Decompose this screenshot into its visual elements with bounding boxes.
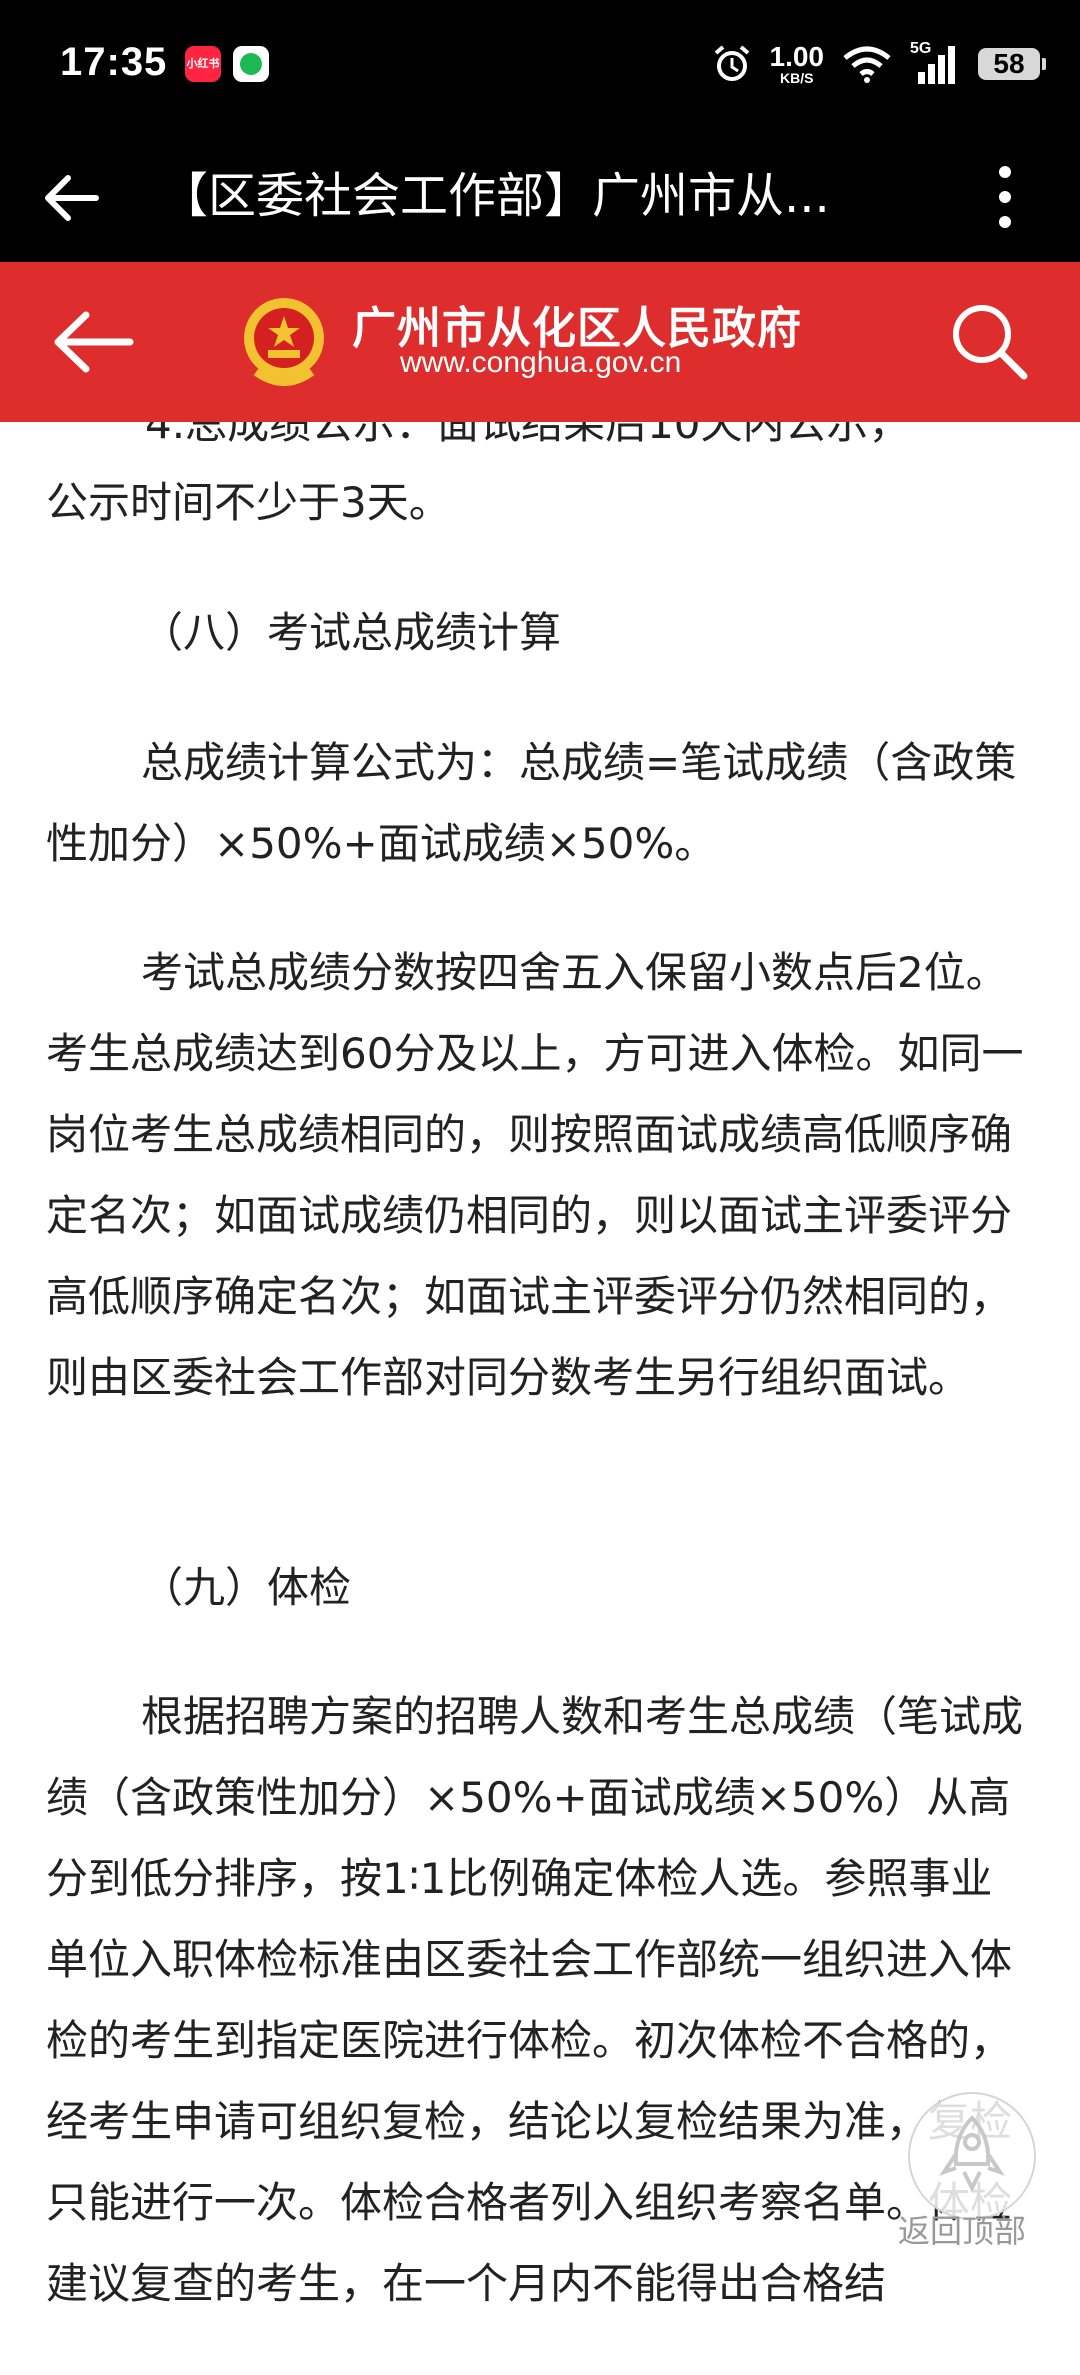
alarm-icon (714, 45, 749, 81)
app-title-bar: 【区委社会工作部】广州市从... (0, 130, 1080, 262)
more-options-icon[interactable] (990, 162, 1020, 232)
paragraph-publicity-period: 公示时间不少于3天。 (46, 478, 451, 527)
site-url: www.conghua.gov.cn (400, 346, 682, 379)
search-icon[interactable] (946, 298, 1030, 382)
cut-off-line: 4.总成绩公示：面试结果后10天内公示， (145, 422, 911, 448)
back-arrow-icon[interactable] (40, 166, 104, 230)
back-to-top-button[interactable] (908, 2092, 1036, 2220)
back-to-top-label[interactable]: 返回顶部 (898, 2206, 1026, 2252)
national-emblem-logo (244, 298, 324, 386)
status-icons: 1.00 KB/S 5G 58 (712, 38, 1046, 90)
site-header: 广州市从化区人民政府 www.conghua.gov.cn (0, 262, 1080, 422)
rocket-icon (939, 2115, 1005, 2193)
battery-indicator: 58 (978, 48, 1046, 80)
status-bar: 17:35 小红书 1.00 KB/S 5G 58 (0, 0, 1080, 130)
clock: 17:35 (60, 40, 168, 84)
article-body: 4.总成绩公示：面试结果后10天内公示， 公示时间不少于3天。 （八）考试总成绩… (0, 422, 1080, 2375)
signal-indicator: 5G (910, 40, 960, 86)
site-back-icon[interactable] (48, 307, 138, 377)
section-heading-8: （八）考试总成绩计算 (141, 608, 562, 657)
paragraph-physical-exam: 根据招聘方案的招聘人数和考生总成绩（笔试成绩（含政策性加分）×50%+面试成绩×… (46, 1692, 1024, 2308)
wifi-icon (843, 46, 891, 83)
xiaohongshu-notification-icon: 小红书 (185, 46, 221, 82)
paragraph-score-formula: 总成绩计算公式为：总成绩=笔试成绩（含政策性加分）×50%+面试成绩×50%。 (46, 738, 1017, 868)
section-heading-9: （九）体检 (141, 1563, 352, 1612)
cellular-signal-icon (918, 46, 955, 84)
page-title: 【区委社会工作部】广州市从... (160, 168, 830, 224)
app-notification-icon (233, 46, 269, 82)
network-speed: 1.00 KB/S (769, 41, 825, 86)
paragraph-score-rules: 考试总成绩分数按四舍五入保留小数点后2位。考生总成绩达到60分及以上，方可进入体… (46, 948, 1024, 1402)
